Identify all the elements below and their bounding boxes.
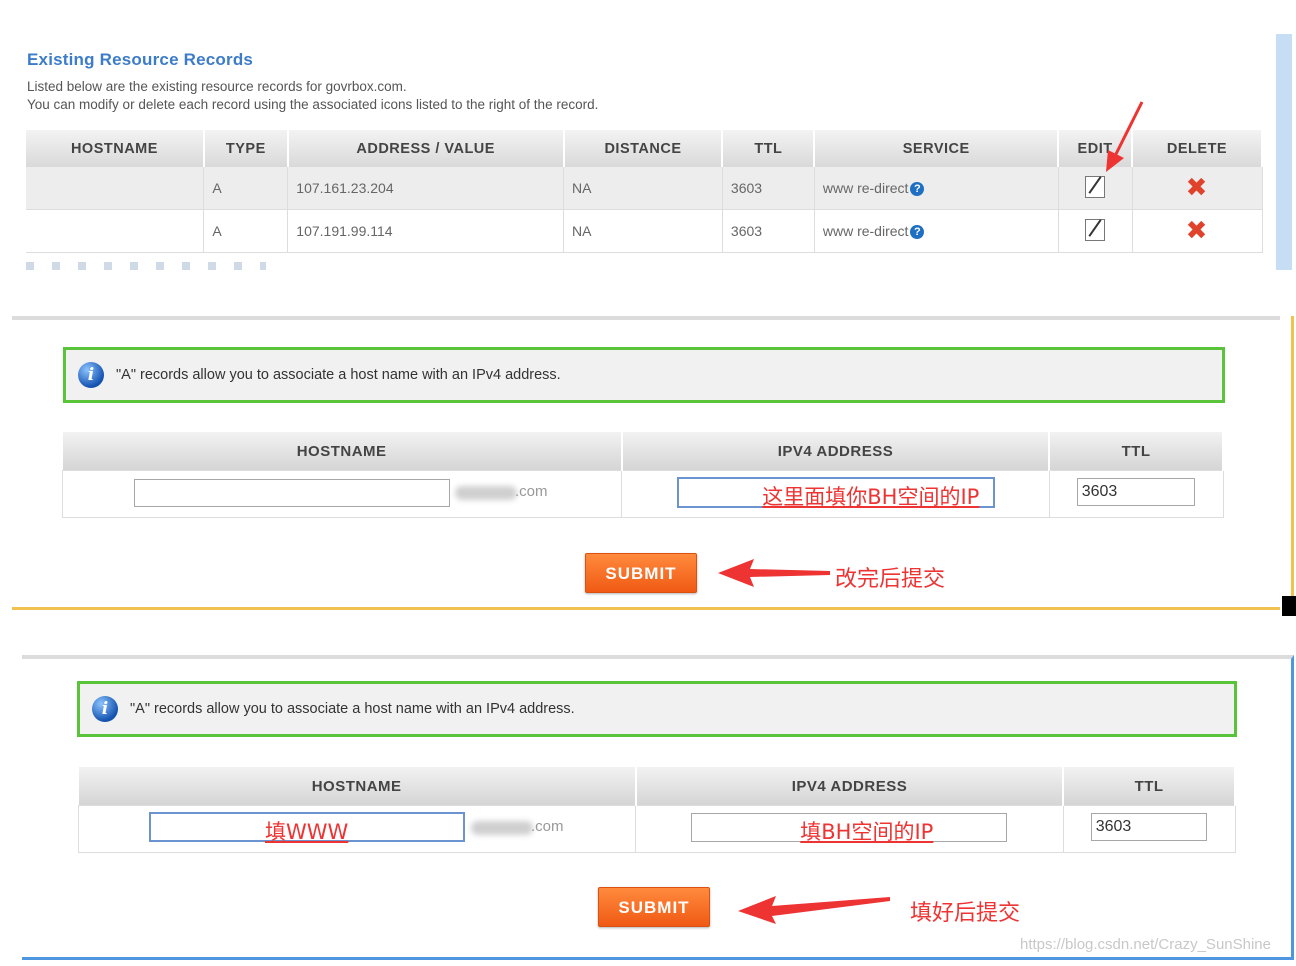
col-hostname: HOSTNAME [62, 432, 623, 471]
records-title: Existing Resource Records [27, 50, 254, 69]
annotation-arrow-submit [738, 896, 890, 924]
cell-address: 107.191.99.114 [287, 209, 565, 253]
help-icon[interactable]: ? [910, 182, 925, 196]
info-box: i "A" records allow you to associate a h… [63, 347, 1225, 403]
cell-distance: NA [563, 167, 723, 210]
col-ttl: TTL [1049, 432, 1224, 471]
ipv4-annotation: 填BH空间的IP [800, 820, 934, 844]
records-description-line1: Listed below are the existing resource r… [27, 79, 407, 94]
info-icon: i [92, 696, 118, 722]
annotation-arrow-submit [718, 559, 830, 587]
corner-mark [1282, 596, 1296, 616]
records-table: HOSTNAME TYPE ADDRESS / VALUE DISTANCE T… [26, 130, 1263, 253]
hostname-annotation: 填WWW [265, 820, 349, 844]
cell-service: www re-direct? [814, 209, 1059, 253]
cell-type: A [203, 167, 289, 210]
col-hostname: HOSTNAME [26, 130, 205, 167]
form-header-row: HOSTNAME IPV4 ADDRESS TTL [78, 767, 1236, 806]
cell-type: A [203, 209, 289, 253]
col-ipv4: IPV4 ADDRESS [621, 432, 1051, 471]
submit-annotation: 改完后提交 [835, 567, 946, 592]
form-header-row: HOSTNAME IPV4 ADDRESS TTL [62, 432, 1224, 471]
cell-edit [1058, 209, 1133, 253]
info-text: "A" records allow you to associate a hos… [116, 367, 561, 383]
cell-ttl: 3603 [722, 167, 815, 210]
col-hostname: HOSTNAME [78, 767, 637, 806]
annotation-arrow-edit [1106, 101, 1144, 172]
records-header-row: HOSTNAME TYPE ADDRESS / VALUE DISTANCE T… [26, 130, 1263, 167]
col-type: TYPE [203, 130, 289, 167]
ttl-cell [1048, 470, 1224, 518]
ipv4-cell: 这里面填你BH空间的IP [621, 470, 1050, 518]
ttl-input[interactable] [1076, 478, 1195, 506]
hostname-cell: 填WWW .com [77, 805, 637, 853]
ipv4-annotation: 这里面填你BH空间的IP [762, 485, 980, 509]
service-text: www re-direct [822, 223, 909, 239]
delete-icon[interactable]: ✖ [1186, 215, 1208, 245]
cell-ttl: 3603 [722, 209, 815, 253]
info-icon: i [78, 362, 104, 388]
cell-hostname [26, 167, 205, 210]
form-input-row: 填WWW .com 填BH空间的IP [77, 805, 1236, 853]
edit-icon[interactable] [1084, 218, 1105, 241]
records-description-line2: You can modify or delete each record usi… [27, 97, 599, 112]
cell-service: www re-direct? [814, 167, 1059, 210]
watermark: https://blog.csdn.net/Crazy_SunShine [1020, 936, 1271, 953]
col-ipv4: IPV4 ADDRESS [635, 767, 1065, 806]
redacted-domain [471, 821, 533, 835]
service-text: www re-direct [822, 180, 909, 196]
submit-button[interactable]: SUBMIT [585, 553, 697, 593]
col-ttl: TTL [1063, 767, 1236, 806]
panel-edge-accent [1291, 316, 1294, 610]
col-service: SERVICE [814, 130, 1060, 167]
domain-suffix: .com [515, 483, 548, 500]
col-distance: DISTANCE [563, 130, 724, 167]
form-input-row: .com 这里面填你BH空间的IP [61, 470, 1224, 518]
col-delete: DELETE [1132, 130, 1263, 167]
a-record-form-table: HOSTNAME IPV4 ADDRESS TTL .com 这里面填你BH空间… [61, 432, 1224, 518]
cell-hostname [26, 209, 205, 253]
hostname-input[interactable] [134, 479, 450, 507]
info-text: "A" records allow you to associate a hos… [130, 701, 575, 717]
a-record-form-table: HOSTNAME IPV4 ADDRESS TTL 填WWW .com 填BH空… [77, 767, 1236, 853]
ipv4-cell: 填BH空间的IP [635, 805, 1064, 853]
help-icon[interactable]: ? [910, 225, 925, 239]
submit-button[interactable]: SUBMIT [598, 887, 710, 927]
col-ttl: TTL [722, 130, 816, 167]
add-record-form-panel-2: i "A" records allow you to associate a h… [22, 655, 1294, 960]
panel-sidebar [1276, 34, 1292, 270]
cropped-content-edge [26, 262, 266, 270]
hostname-cell: .com [61, 470, 623, 518]
cell-address: 107.161.23.204 [287, 167, 565, 210]
delete-icon[interactable]: ✖ [1186, 172, 1208, 202]
cell-delete: ✖ [1132, 167, 1263, 210]
domain-suffix: .com [531, 818, 564, 835]
table-row: A 107.191.99.114 NA 3603 www re-direct? … [26, 209, 1263, 253]
cell-distance: NA [563, 209, 723, 253]
ttl-cell [1062, 805, 1236, 853]
info-box: i "A" records allow you to associate a h… [77, 681, 1237, 737]
table-row: A 107.161.23.204 NA 3603 www re-direct? … [26, 167, 1263, 210]
ttl-input[interactable] [1090, 813, 1207, 841]
edit-icon[interactable] [1084, 175, 1105, 198]
col-address: ADDRESS / VALUE [287, 130, 565, 167]
add-record-form-panel: i "A" records allow you to associate a h… [12, 316, 1280, 610]
submit-annotation: 填好后提交 [910, 901, 1021, 926]
cell-delete: ✖ [1132, 209, 1263, 253]
redacted-domain [455, 486, 517, 500]
